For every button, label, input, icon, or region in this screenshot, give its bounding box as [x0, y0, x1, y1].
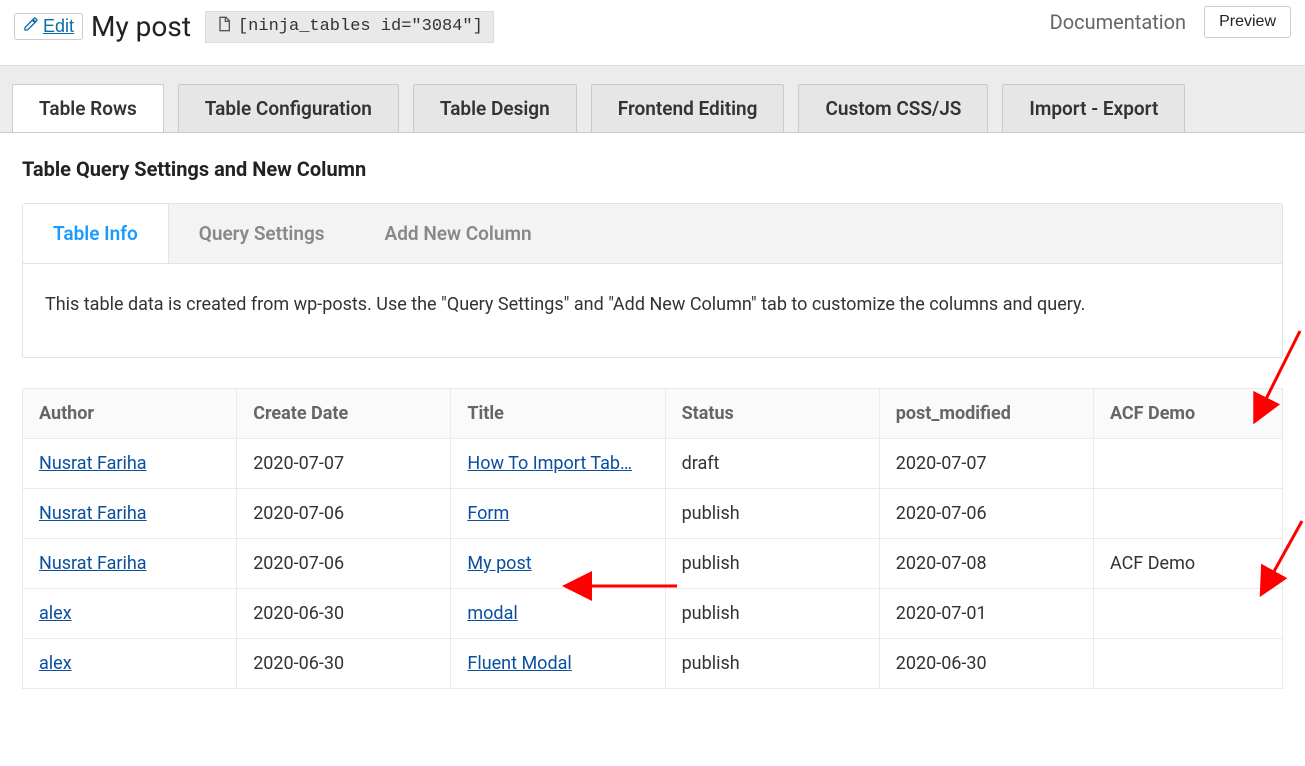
table-cell: 2020-06-30 [237, 589, 451, 639]
table-cell: Fluent Modal [451, 639, 665, 689]
edit-button-label: Edit [43, 16, 74, 37]
sub-tab-table-info[interactable]: Table Info [23, 204, 169, 263]
table-cell [1093, 589, 1282, 639]
table-cell: 2020-07-06 [879, 489, 1093, 539]
author-link[interactable]: alex [39, 653, 72, 674]
table-cell: Form [451, 489, 665, 539]
table-cell: 2020-06-30 [879, 639, 1093, 689]
main-tab-table-configuration[interactable]: Table Configuration [178, 84, 399, 132]
author-link[interactable]: Nusrat Fariha [39, 453, 147, 474]
column-header[interactable]: post_modified [879, 389, 1093, 439]
table-cell: publish [665, 489, 879, 539]
edit-button[interactable]: Edit [14, 13, 83, 40]
table-cell: 2020-07-01 [879, 589, 1093, 639]
table-cell: My post [451, 539, 665, 589]
sub-tab-query-settings[interactable]: Query Settings [169, 204, 355, 263]
sub-panel: Table InfoQuery SettingsAdd New Column T… [22, 203, 1283, 358]
table-cell [1093, 639, 1282, 689]
main-tab-frontend-editing[interactable]: Frontend Editing [591, 84, 785, 132]
preview-button[interactable]: Preview [1204, 6, 1291, 38]
table-cell: draft [665, 439, 879, 489]
data-table: AuthorCreate DateTitleStatuspost_modifie… [22, 388, 1283, 689]
table-row: alex 2020-06-30 modal publish2020-07-01 [23, 589, 1283, 639]
main-tab-table-rows[interactable]: Table Rows [12, 84, 164, 132]
title-link[interactable]: Form [467, 503, 509, 524]
header-right: Documentation Preview [1050, 6, 1291, 38]
table-cell: modal [451, 589, 665, 639]
page-title: My post [91, 10, 191, 43]
title-link[interactable]: modal [467, 603, 517, 624]
table-row: Nusrat Fariha2020-07-06Formpublish2020-0… [23, 489, 1283, 539]
table-cell: publish [665, 539, 879, 589]
column-header[interactable]: Create Date [237, 389, 451, 439]
table-row: Nusrat Fariha 2020-07-07 How To Import Tab… [23, 439, 1283, 489]
page-header: Edit My post [ninja_tables id="3084"] Do… [0, 0, 1305, 45]
table-cell: alex [23, 589, 237, 639]
shortcode-text: [ninja_tables id="3084"] [238, 17, 483, 36]
content-area: Table Query Settings and New Column Tabl… [0, 133, 1305, 689]
main-tabbar: Table Rows Table Configuration Table Desig… [0, 65, 1305, 133]
shortcode-badge[interactable]: [ninja_tables id="3084"] [205, 11, 494, 43]
table-cell: alex [23, 639, 237, 689]
table-cell: publish [665, 589, 879, 639]
sub-tabbar: Table InfoQuery SettingsAdd New Column [23, 204, 1282, 264]
title-link[interactable]: My post [467, 553, 531, 574]
table-row: Nusrat Fariha 2020-07-06 My post publish202… [23, 539, 1283, 589]
table-cell: 2020-06-30 [237, 639, 451, 689]
table-cell [1093, 489, 1282, 539]
main-tab-custom-css-js[interactable]: Custom CSS/JS [798, 84, 988, 132]
pencil-icon [23, 16, 39, 37]
documentation-link[interactable]: Documentation [1050, 10, 1187, 34]
author-link[interactable]: alex [39, 603, 72, 624]
table-cell: 2020-07-06 [237, 489, 451, 539]
author-link[interactable]: Nusrat Fariha [39, 553, 147, 574]
table-cell [1093, 439, 1282, 489]
title-link[interactable]: Fluent Modal [467, 653, 571, 674]
section-title: Table Query Settings and New Column [22, 157, 1283, 181]
table-cell: Nusrat Fariha [23, 489, 237, 539]
table-cell: 2020-07-08 [879, 539, 1093, 589]
info-panel-body: This table data is created from wp-posts… [23, 264, 1282, 357]
table-cell: publish [665, 639, 879, 689]
table-body: Nusrat Fariha 2020-07-07 How To Import Tab… [23, 439, 1283, 689]
main-tab-table-design[interactable]: Table Design [413, 84, 577, 132]
main-tab-import-export[interactable]: Import - Export [1002, 84, 1185, 132]
column-header[interactable]: ACF Demo [1093, 389, 1282, 439]
author-link[interactable]: Nusrat Fariha [39, 503, 147, 524]
document-icon [216, 16, 232, 38]
column-header[interactable]: Author [23, 389, 237, 439]
table-cell: ACF Demo [1093, 539, 1282, 589]
table-header-row: AuthorCreate DateTitleStatuspost_modifie… [23, 389, 1283, 439]
table-cell: 2020-07-07 [879, 439, 1093, 489]
sub-tab-add-new-column[interactable]: Add New Column [355, 204, 562, 263]
table-row: alex2020-06-30Fluent Modalpublish2020-06… [23, 639, 1283, 689]
table-cell: 2020-07-07 [237, 439, 451, 489]
column-header[interactable]: Status [665, 389, 879, 439]
table-cell: How To Import Tab… [451, 439, 665, 489]
table-cell: 2020-07-06 [237, 539, 451, 589]
title-link[interactable]: How To Import Tab… [467, 453, 632, 474]
table-cell: Nusrat Fariha [23, 439, 237, 489]
column-header[interactable]: Title [451, 389, 665, 439]
table-cell: Nusrat Fariha [23, 539, 237, 589]
